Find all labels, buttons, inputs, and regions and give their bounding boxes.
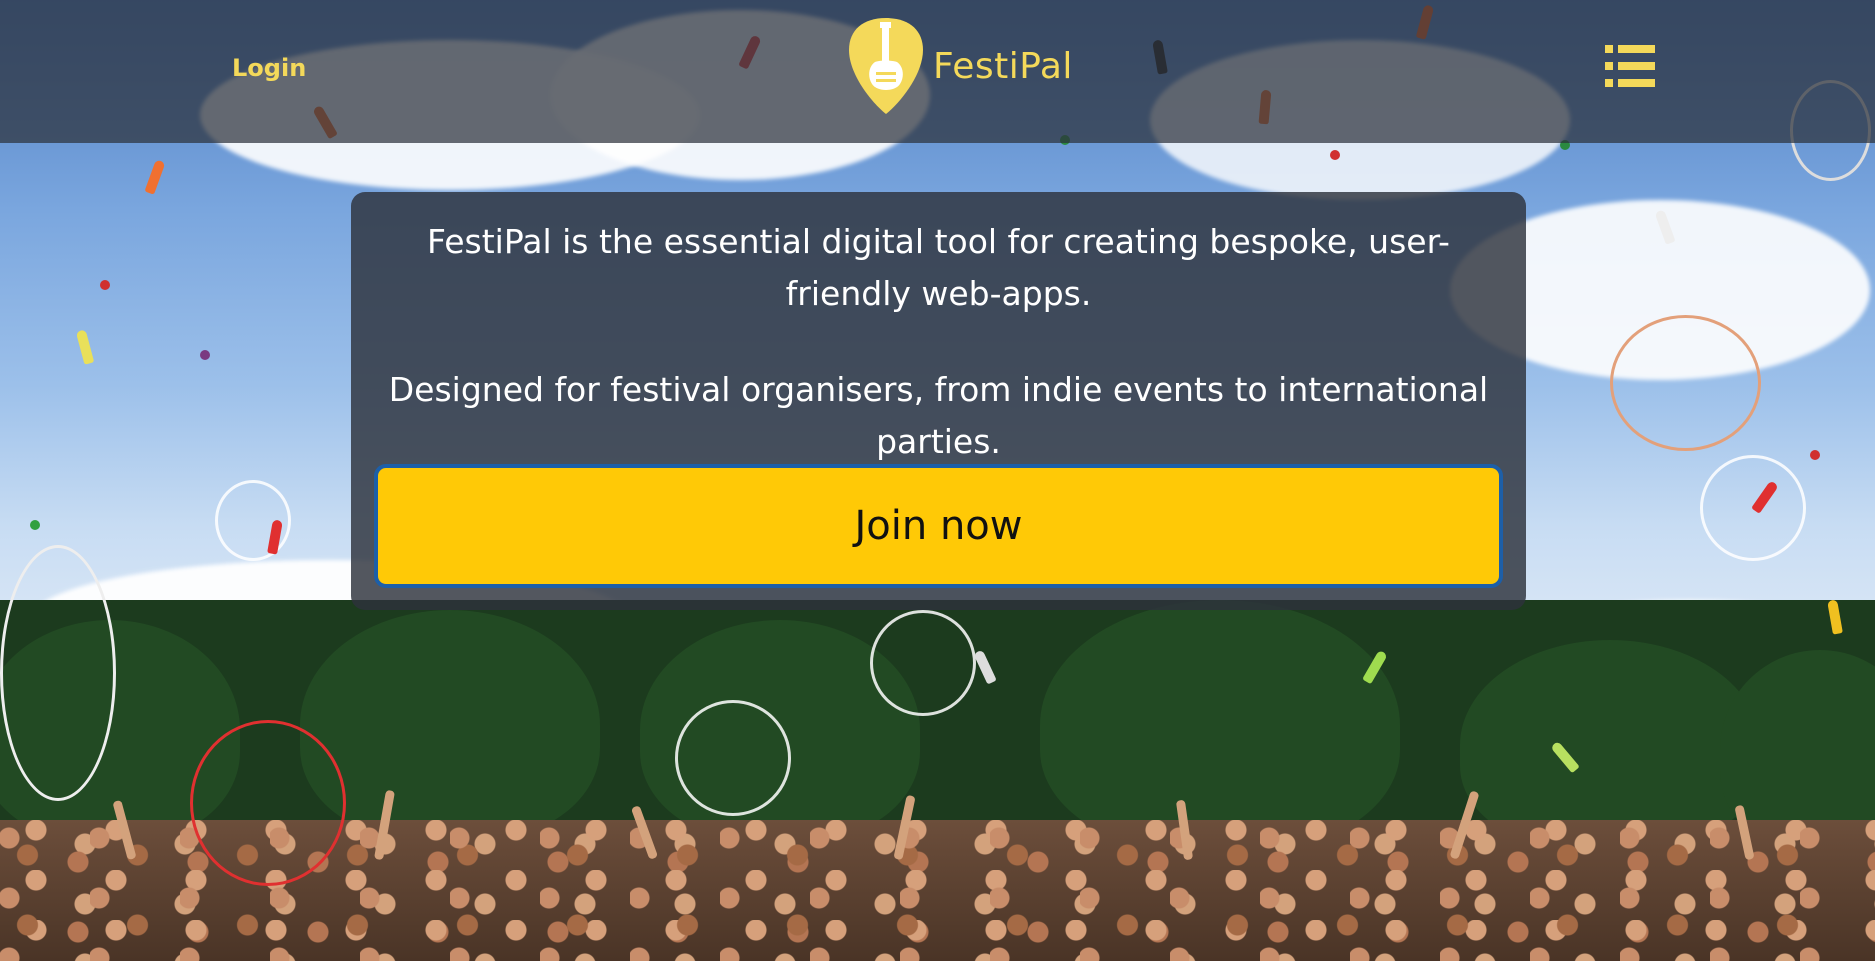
login-link[interactable]: Login (232, 54, 306, 82)
hamburger-list-icon (1605, 45, 1655, 87)
juggling-ring (0, 545, 116, 801)
juggling-ball (30, 520, 40, 530)
juggling-ring (190, 720, 346, 886)
menu-button[interactable] (1605, 42, 1657, 90)
hero-panel: FestiPal is the essential digital tool f… (351, 192, 1526, 610)
juggling-ball (1330, 150, 1340, 160)
top-nav-bar: Login FestiPal (0, 0, 1875, 143)
juggling-ring (675, 700, 791, 816)
juggling-ring (870, 610, 976, 716)
tree (1040, 600, 1400, 850)
landing-page: Login FestiPal FestiPal is the essential… (0, 0, 1875, 961)
juggling-ball (200, 350, 210, 360)
juggling-ball (1810, 450, 1820, 460)
brand-name: FestiPal (933, 45, 1073, 87)
hero-tagline: FestiPal is the essential digital tool f… (427, 222, 1450, 313)
tree (1460, 640, 1760, 850)
juggling-ball (100, 280, 110, 290)
brand[interactable]: FestiPal (845, 16, 1073, 116)
guitar-pick-logo-icon (849, 18, 923, 114)
hero-subtagline: Designed for festival organisers, from i… (388, 370, 1489, 461)
join-now-button[interactable]: Join now (374, 464, 1503, 588)
juggling-ring (1610, 315, 1761, 451)
